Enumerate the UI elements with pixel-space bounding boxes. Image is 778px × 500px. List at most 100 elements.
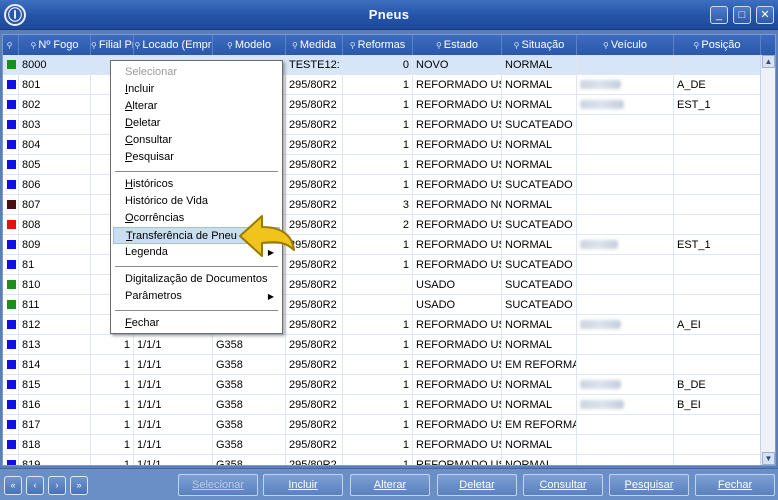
cell-posicao bbox=[674, 135, 761, 155]
cell-estado: REFORMADO US bbox=[413, 375, 502, 395]
sort-icon: ⚲ bbox=[693, 41, 700, 50]
cell-veiculo bbox=[577, 275, 674, 295]
scroll-up-icon[interactable]: ▲ bbox=[762, 55, 775, 68]
fechar-button[interactable]: Fechar bbox=[695, 474, 775, 496]
cell-posicao: EST_1 bbox=[674, 95, 761, 115]
column-header-label: Reformas bbox=[357, 39, 406, 51]
minimize-button[interactable]: _ bbox=[710, 6, 728, 24]
cell-estado: REFORMADO US bbox=[413, 175, 502, 195]
menu-item-incluir[interactable]: Incluir bbox=[113, 81, 280, 98]
incluir-button[interactable]: Incluir bbox=[263, 474, 343, 496]
deletar-button[interactable]: Deletar bbox=[437, 474, 517, 496]
cell-locado: 1/1/1 bbox=[134, 455, 213, 465]
table-row[interactable]: 817 1 1/1/1 G358 295/80R2 1 REFORMADO US EM REF… bbox=[3, 415, 761, 435]
cell-filial: 1 bbox=[91, 355, 134, 375]
column-header-reformas[interactable]: ⚲ Reformas bbox=[343, 35, 413, 55]
cell-situacao: NORMAL bbox=[502, 235, 577, 255]
cell-situacao: NORMAL bbox=[502, 315, 577, 335]
column-header-medida[interactable]: ⚲ Medida bbox=[286, 35, 343, 55]
menu-item-label: eletar bbox=[132, 117, 161, 129]
cell-estado: REFORMADO US bbox=[413, 355, 502, 375]
next-record-icon[interactable]: › bbox=[48, 476, 66, 495]
menu-item-pesquisar[interactable]: Pesquisar bbox=[113, 149, 280, 166]
cell-locado: 1/1/1 bbox=[134, 335, 213, 355]
status-color-swatch bbox=[7, 460, 16, 465]
cell-fogo: 816 bbox=[19, 395, 91, 415]
cell-fogo: 8000 bbox=[19, 55, 91, 75]
column-header-veiculo[interactable]: ⚲ Veículo bbox=[577, 35, 674, 55]
cell-medida: 295/80R2 bbox=[286, 155, 343, 175]
cell-reformas: 2 bbox=[343, 215, 413, 235]
scroll-down-icon[interactable]: ▼ bbox=[762, 452, 775, 465]
vertical-scrollbar[interactable]: ▲ ▼ bbox=[760, 55, 775, 465]
status-color-swatch bbox=[7, 260, 16, 269]
menu-item-consultar[interactable]: Consultar bbox=[113, 132, 280, 149]
column-header-modelo[interactable]: ⚲ Modelo bbox=[213, 35, 286, 55]
close-button[interactable]: ✕ bbox=[756, 6, 774, 24]
menu-item-historicos[interactable]: Históricos bbox=[113, 176, 280, 193]
column-header-filial[interactable]: ⚲Filial Pn bbox=[91, 35, 134, 55]
sort-icon: ⚲ bbox=[292, 41, 298, 50]
column-header-label: Nº Fogo bbox=[38, 39, 79, 51]
table-row[interactable]: 814 1 1/1/1 G358 295/80R2 1 REFORMADO US EM REF… bbox=[3, 355, 761, 375]
table-row[interactable]: 818 1 1/1/1 G358 295/80R2 1 REFORMADO US NORMAL bbox=[3, 435, 761, 455]
cell-fogo: 801 bbox=[19, 75, 91, 95]
cell-status bbox=[3, 435, 19, 455]
menu-item-alterar[interactable]: Alterar bbox=[113, 98, 280, 115]
cell-situacao: NORMAL bbox=[502, 75, 577, 95]
column-header-locado[interactable]: ⚲ Locado (Empr bbox=[134, 35, 213, 55]
last-record-icon[interactable]: » bbox=[70, 476, 88, 495]
table-row[interactable]: 815 1 1/1/1 G358 295/80R2 1 REFORMADO US NORMAL… bbox=[3, 375, 761, 395]
cell-estado: USADO bbox=[413, 295, 502, 315]
selecionar-button: Selecionar bbox=[178, 474, 258, 496]
cell-situacao: SUCATEADO bbox=[502, 255, 577, 275]
cell-filial: 1 bbox=[91, 435, 134, 455]
cell-posicao: B_EI bbox=[674, 395, 761, 415]
column-header-situacao[interactable]: ⚲ Situação bbox=[502, 35, 577, 55]
column-header-posicao[interactable]: ⚲ Posição bbox=[674, 35, 761, 55]
cell-posicao bbox=[674, 55, 761, 75]
table-row[interactable]: 816 1 1/1/1 G358 295/80R2 1 REFORMADO US NORMAL… bbox=[3, 395, 761, 415]
table-row[interactable]: 819 1 1/1/1 G358 295/80R2 1 REFORMADO US NORMAL bbox=[3, 455, 761, 465]
cell-reformas: 1 bbox=[343, 255, 413, 275]
cell-veiculo bbox=[577, 115, 674, 135]
cell-fogo: 808 bbox=[19, 215, 91, 235]
maximize-button[interactable]: □ bbox=[733, 6, 751, 24]
menu-item-deletar[interactable]: Deletar bbox=[113, 115, 280, 132]
cell-locado: 1/1/1 bbox=[134, 355, 213, 375]
cell-situacao: SUCATEADO bbox=[502, 175, 577, 195]
menu-item-digitalizacao-de-documentos[interactable]: Digitalização de Documentos bbox=[113, 271, 280, 288]
cell-estado: REFORMADO US bbox=[413, 215, 502, 235]
cell-estado: REFORMADO US bbox=[413, 95, 502, 115]
consultar-button[interactable]: Consultar bbox=[523, 474, 603, 496]
menu-item-label: Selecionar bbox=[125, 66, 177, 78]
cell-veiculo bbox=[577, 235, 674, 255]
cell-estado: USADO bbox=[413, 275, 502, 295]
cell-reformas bbox=[343, 275, 413, 295]
cell-posicao: EST_1 bbox=[674, 235, 761, 255]
column-header-label: Situação bbox=[521, 39, 565, 51]
column-header-fogo[interactable]: ⚲ Nº Fogo bbox=[19, 35, 91, 55]
cell-fogo: 81 bbox=[19, 255, 91, 275]
cell-posicao bbox=[674, 455, 761, 465]
menu-item-label: esquisar bbox=[132, 151, 174, 163]
column-header-estado[interactable]: ⚲ Estado bbox=[413, 35, 502, 55]
status-color-swatch bbox=[7, 120, 16, 129]
cell-estado: REFORMADO US bbox=[413, 255, 502, 275]
sort-icon: ⚲ bbox=[91, 41, 97, 50]
first-record-icon[interactable]: « bbox=[4, 476, 22, 495]
table-row[interactable]: 813 1 1/1/1 G358 295/80R2 1 REFORMADO US NORMAL bbox=[3, 335, 761, 355]
menu-item-parametros[interactable]: Parâmetros ▶ bbox=[113, 288, 280, 305]
menu-item-mnemonic: D bbox=[125, 117, 133, 129]
menu-item-historico-de-vida[interactable]: Histórico de Vida bbox=[113, 193, 280, 210]
column-header-status[interactable]: ⚲ bbox=[3, 35, 19, 55]
menu-item-mnemonic: F bbox=[125, 317, 132, 329]
prev-record-icon[interactable]: ‹ bbox=[26, 476, 44, 495]
alterar-button[interactable]: Alterar bbox=[350, 474, 430, 496]
status-color-swatch bbox=[7, 300, 16, 309]
menu-item-fechar[interactable]: Fechar bbox=[113, 315, 280, 332]
cell-situacao: NORMAL bbox=[502, 455, 577, 465]
cell-medida: 295/80R2 bbox=[286, 355, 343, 375]
pesquisar-button[interactable]: Pesquisar bbox=[609, 474, 689, 496]
cell-status bbox=[3, 55, 19, 75]
